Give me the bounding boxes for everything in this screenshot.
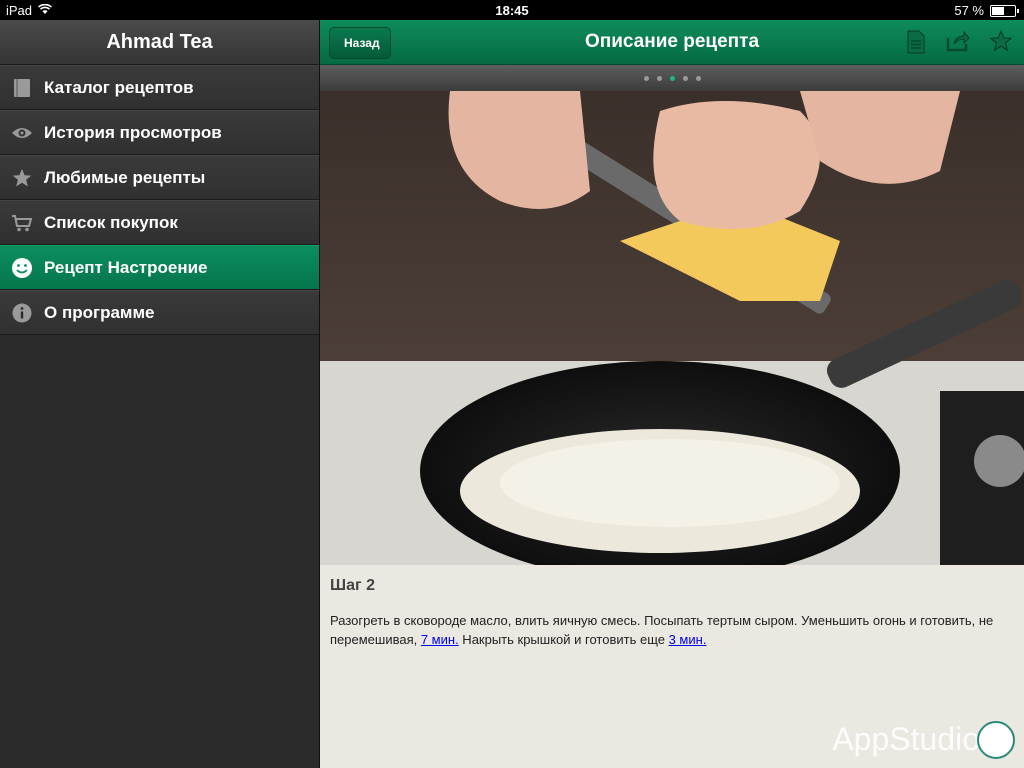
watermark: AppStudio [832, 721, 980, 757]
recipe-photo [320, 91, 1024, 565]
sidebar-item-label: Каталог рецептов [44, 77, 194, 97]
status-right: 57 % [954, 3, 1019, 18]
sidebar-item-favorites[interactable]: Любимые рецепты [0, 155, 319, 200]
nav-bar: Описание рецепта Назад [320, 20, 1024, 65]
battery-percent: 57 % [954, 3, 984, 18]
smiley-icon [11, 257, 33, 279]
page-indicator[interactable] [320, 65, 1024, 91]
page-dot [643, 75, 649, 81]
back-button[interactable]: Назад [329, 27, 391, 59]
sidebar-item-history[interactable]: История просмотров [0, 110, 319, 155]
sidebar-item-label: История просмотров [44, 122, 222, 142]
page-dot-active [669, 75, 675, 81]
sidebar-item-catalog[interactable]: Каталог рецептов [0, 65, 319, 110]
timer-link[interactable]: 3 мин. [669, 632, 707, 647]
info-icon [11, 302, 33, 324]
timer-link[interactable]: 7 мин. [421, 632, 459, 647]
nav-actions [906, 29, 1013, 59]
sidebar-item-label: Любимые рецепты [44, 167, 206, 187]
sidebar-item-mood-recipe[interactable]: Рецепт Настроение [0, 245, 319, 290]
status-bar: iPad 18:45 57 % [0, 0, 1024, 20]
sidebar: Ahmad Tea Каталог рецептов История просм… [0, 20, 319, 768]
step-description: Разогреть в сковороде масло, влить яичну… [330, 611, 1004, 649]
star-icon [11, 167, 33, 189]
page-dot [682, 75, 688, 81]
book-icon [11, 77, 33, 99]
sidebar-title: Ahmad Tea [0, 20, 319, 65]
eye-icon [11, 122, 33, 144]
sidebar-item-label: О программе [44, 302, 155, 322]
cart-icon [11, 212, 33, 234]
battery-icon [990, 4, 1019, 17]
clock: 18:45 [495, 3, 529, 18]
page-dot [656, 75, 662, 81]
sidebar-item-label: Рецепт Настроение [44, 257, 208, 277]
document-icon[interactable] [906, 30, 926, 59]
step-title: Шаг 2 [330, 577, 375, 594]
sidebar-item-label: Список покупок [44, 212, 178, 232]
page-dot [695, 75, 701, 81]
sidebar-item-about[interactable]: О программе [0, 290, 319, 335]
main-panel: Описание рецепта Назад Шаг 2 Разогреть в… [320, 20, 1024, 768]
watermark-logo [977, 721, 1015, 759]
step-text-part: Накрыть крышкой и готовить еще [458, 632, 669, 647]
favorite-star-icon[interactable] [989, 29, 1013, 59]
share-icon[interactable] [946, 30, 970, 59]
sidebar-item-shopping[interactable]: Список покупок [0, 200, 319, 245]
